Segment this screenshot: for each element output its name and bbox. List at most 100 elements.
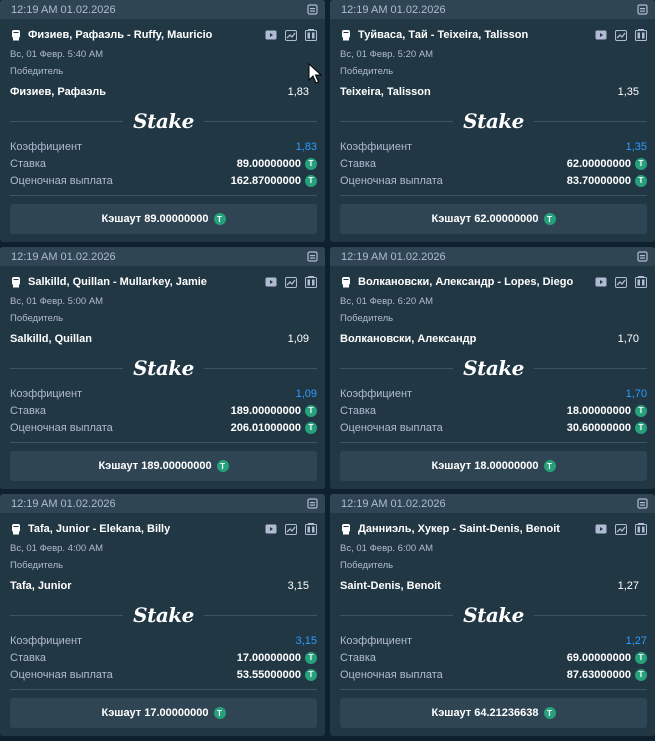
- cashout-button[interactable]: Кэшаут 64.21236638 T: [340, 698, 647, 728]
- stake-label: Ставка: [10, 404, 46, 417]
- stats-chart-icon[interactable]: [285, 276, 297, 288]
- match-row[interactable]: Физиев, Рафаэль - Ruffy, Mauricio: [10, 26, 317, 44]
- card-header: 12:19 AM 01.02.2026: [330, 494, 655, 513]
- cashout-label[interactable]: Кэшаут 17.00000000: [101, 707, 208, 719]
- stake-divider: Stake: [10, 356, 318, 380]
- cashout-label[interactable]: Кэшаут 89.00000000: [101, 213, 208, 225]
- scoreboard-icon[interactable]: [635, 523, 647, 535]
- odds-row: Коэффициент 1,70: [340, 385, 647, 402]
- bet-timestamp: 12:19 AM 01.02.2026: [341, 3, 446, 16]
- receipt-icon[interactable]: [637, 251, 648, 262]
- stake-value: 17.00000000: [236, 651, 301, 664]
- odds-label: Коэффициент: [10, 387, 83, 400]
- match-title[interactable]: Tafa, Junior - Elekana, Billy: [28, 523, 170, 535]
- cashout-label[interactable]: Кэшаут 18.00000000: [431, 460, 538, 472]
- receipt-icon[interactable]: [637, 498, 648, 509]
- cashout-label[interactable]: Кэшаут 189.00000000: [98, 460, 211, 472]
- scoreboard-icon[interactable]: [635, 276, 647, 288]
- selection-odds: 1,09: [287, 333, 309, 345]
- usdt-token-icon: T: [305, 157, 317, 170]
- match-title[interactable]: Физиев, Рафаэль - Ruffy, Mauricio: [28, 29, 212, 41]
- stats-chart-icon[interactable]: [615, 29, 627, 41]
- receipt-icon[interactable]: [307, 4, 318, 15]
- mma-glove-icon: [340, 276, 352, 288]
- bet-card: 12:19 AM 01.02.2026 Волкановски, Алексан…: [330, 247, 655, 489]
- mma-glove-icon: [340, 29, 352, 41]
- scoreboard-icon[interactable]: [305, 523, 317, 535]
- stake-value: 89.00000000: [236, 157, 301, 170]
- selection-row: Salkilld, Quillan 1,09: [10, 333, 317, 345]
- card-body: Salkilld, Quillan - Mullarkey, Jamie Вс,…: [0, 266, 325, 489]
- match-row[interactable]: Волкановски, Александр - Lopes, Diego: [340, 273, 647, 291]
- payout-value: 87.63000000: [566, 668, 631, 681]
- cashout-label[interactable]: Кэшаут 62.00000000: [431, 213, 538, 225]
- selection-odds: 1,83: [287, 86, 309, 98]
- payout-row: Оценочная выплата 53.55000000 T: [10, 666, 317, 683]
- match-title[interactable]: Туйваса, Тай - Teixeira, Talisson: [358, 29, 528, 41]
- bet-cards-grid: 12:19 AM 01.02.2026 Физиев, Рафаэль - Ru…: [0, 0, 655, 741]
- stats-chart-icon[interactable]: [615, 523, 627, 535]
- card-header: 12:19 AM 01.02.2026: [0, 0, 325, 19]
- match-row[interactable]: Tafa, Junior - Elekana, Billy: [10, 520, 317, 538]
- match-row[interactable]: Туйваса, Тай - Teixeira, Talisson: [340, 26, 647, 44]
- cashout-button[interactable]: Кэшаут 189.00000000 T: [10, 451, 317, 481]
- selection-name: Физиев, Рафаэль: [10, 86, 106, 98]
- receipt-icon[interactable]: [307, 251, 318, 262]
- usdt-token-icon: T: [543, 707, 556, 719]
- market-label: Победитель: [340, 560, 394, 571]
- match-title[interactable]: Волкановски, Александр - Lopes, Diego: [358, 276, 573, 288]
- payout-label: Оценочная выплата: [340, 421, 443, 434]
- stats-chart-icon[interactable]: [285, 523, 297, 535]
- usdt-token-icon: T: [213, 213, 226, 225]
- receipt-icon[interactable]: [307, 498, 318, 509]
- odds-value: 1,35: [625, 140, 647, 153]
- card-header: 12:19 AM 01.02.2026: [330, 0, 655, 19]
- event-date: Вс, 01 Февр. 5:40 AM: [10, 49, 104, 60]
- stats-chart-icon[interactable]: [285, 29, 297, 41]
- scoreboard-icon[interactable]: [635, 29, 647, 41]
- stake-value: 62.00000000: [566, 157, 631, 170]
- bet-timestamp: 12:19 AM 01.02.2026: [11, 497, 116, 510]
- live-stream-icon[interactable]: [595, 524, 607, 534]
- live-stream-icon[interactable]: [595, 277, 607, 287]
- odds-value: 3,15: [295, 634, 317, 647]
- cashout-button[interactable]: Кэшаут 62.00000000 T: [340, 204, 647, 234]
- usdt-token-icon: T: [305, 404, 317, 417]
- live-stream-icon[interactable]: [595, 30, 607, 40]
- selection-name: Saint-Denis, Benoit: [340, 580, 441, 592]
- selection-name: Salkilld, Quillan: [10, 333, 92, 345]
- mouse-cursor-icon: [308, 63, 322, 84]
- match-title[interactable]: Salkilld, Quillan - Mullarkey, Jamie: [28, 276, 207, 288]
- payout-value: 206.01000000: [230, 421, 301, 434]
- odds-label: Коэффициент: [340, 140, 413, 153]
- live-stream-icon[interactable]: [265, 277, 277, 287]
- odds-row: Коэффициент 1,35: [340, 138, 647, 155]
- stake-row: Ставка 69.00000000 T: [340, 649, 647, 666]
- stats-chart-icon[interactable]: [615, 276, 627, 288]
- cashout-label[interactable]: Кэшаут 64.21236638: [431, 707, 538, 719]
- odds-label: Коэффициент: [10, 140, 83, 153]
- match-title[interactable]: Данниэль, Хукер - Saint-Denis, Benoit: [358, 523, 560, 535]
- receipt-icon[interactable]: [637, 4, 648, 15]
- cashout-button[interactable]: Кэшаут 18.00000000 T: [340, 451, 647, 481]
- live-stream-icon[interactable]: [265, 30, 277, 40]
- cashout-button[interactable]: Кэшаут 17.00000000 T: [10, 698, 317, 728]
- market-label: Победитель: [10, 66, 64, 77]
- match-row[interactable]: Данниэль, Хукер - Saint-Denis, Benoit: [340, 520, 647, 538]
- usdt-token-icon: T: [543, 460, 556, 472]
- payout-label: Оценочная выплата: [10, 668, 113, 681]
- scoreboard-icon[interactable]: [305, 29, 317, 41]
- scoreboard-icon[interactable]: [305, 276, 317, 288]
- selection-row: Tafa, Junior 3,15: [10, 580, 317, 592]
- live-stream-icon[interactable]: [265, 524, 277, 534]
- selection-row: Teixeira, Talisson 1,35: [340, 86, 647, 98]
- match-row[interactable]: Salkilld, Quillan - Mullarkey, Jamie: [10, 273, 317, 291]
- selection-odds: 3,15: [287, 580, 309, 592]
- stake-logo: Stake: [133, 603, 194, 627]
- cashout-button[interactable]: Кэшаут 89.00000000 T: [10, 204, 317, 234]
- usdt-token-icon: T: [635, 404, 647, 417]
- market-label: Победитель: [340, 66, 394, 77]
- stake-logo: Stake: [463, 109, 524, 133]
- card-body: Физиев, Рафаэль - Ruffy, Mauricio Вс, 01…: [0, 19, 325, 242]
- selection-odds: 1,27: [617, 580, 639, 592]
